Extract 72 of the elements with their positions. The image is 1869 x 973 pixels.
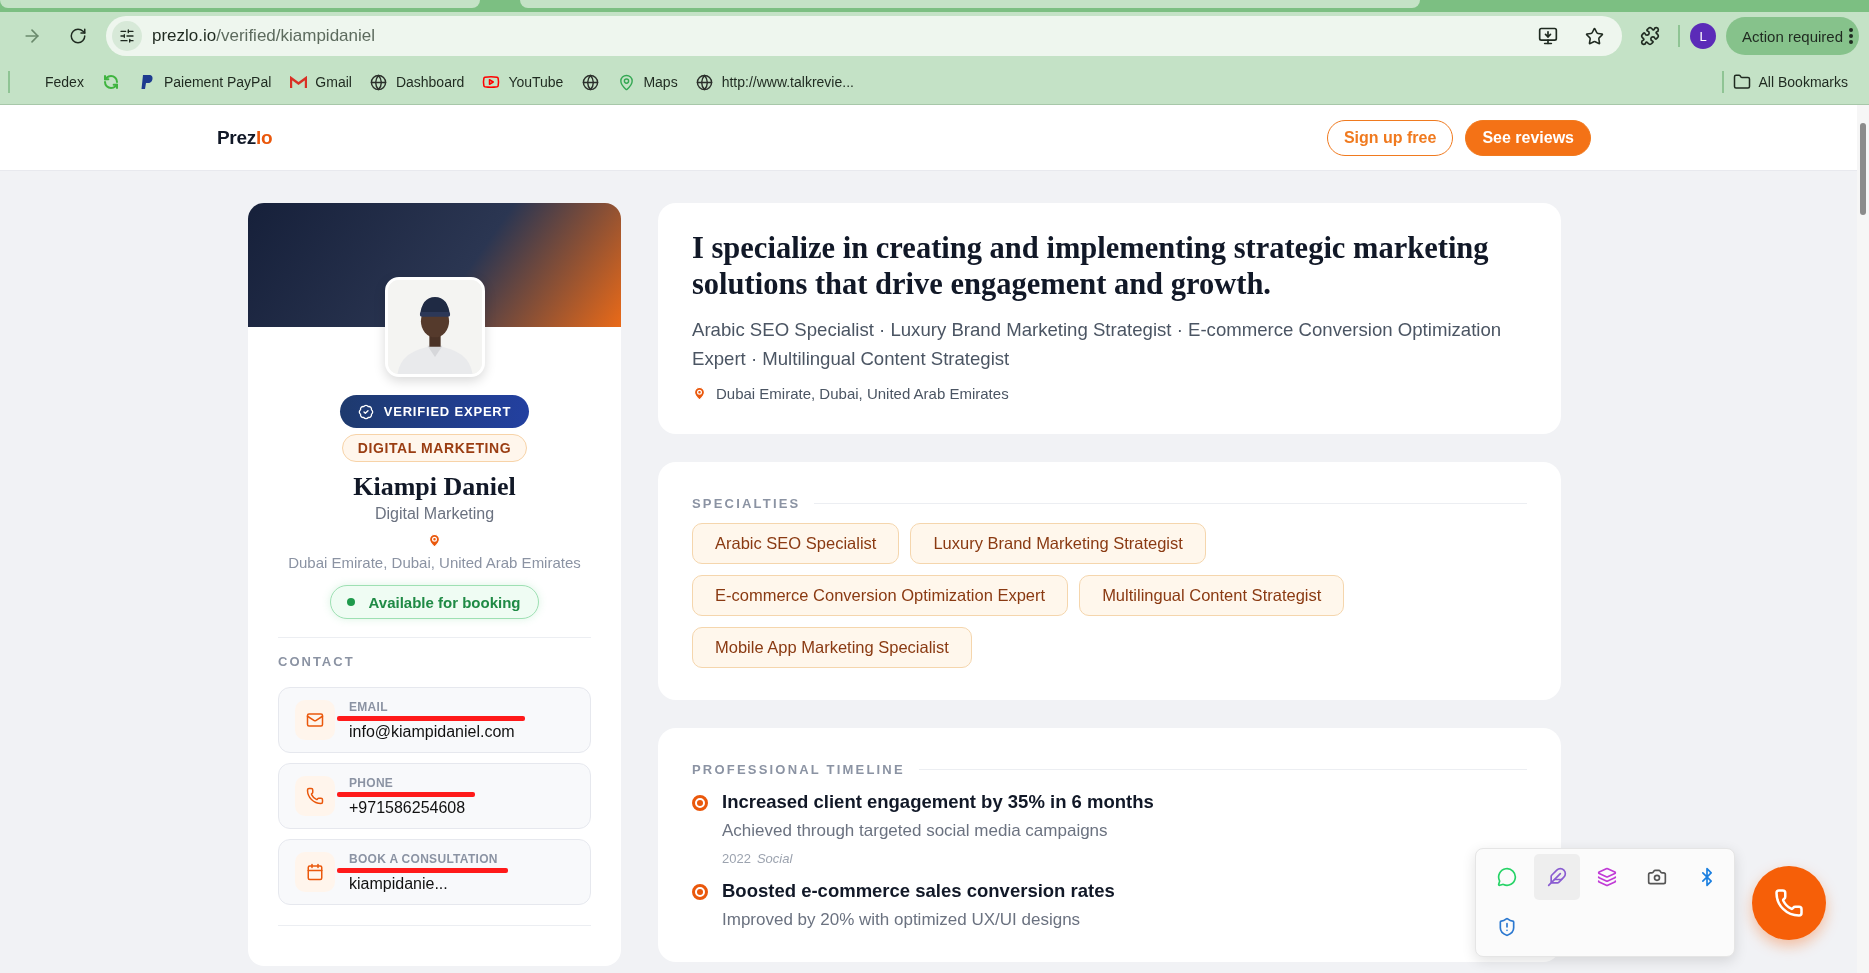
app-icon bbox=[101, 73, 120, 91]
timeline-marker bbox=[692, 795, 708, 811]
location-pin-icon bbox=[692, 386, 707, 401]
tray-item[interactable] bbox=[1534, 854, 1580, 900]
address-bar[interactable]: prezlo.io/verified/kiampidaniel bbox=[106, 16, 1623, 56]
roles-text: Arabic SEO Specialist · Luxury Brand Marketing Strategist · E-commerce Conversion Optimization Expert · Multilingual Content Strategist bbox=[692, 318, 1503, 371]
contact-row[interactable]: BOOK A CONSULTATION kiampidanie... bbox=[278, 839, 591, 905]
availability-badge: Available for booking bbox=[329, 585, 540, 619]
profile-name: Kiampi Daniel bbox=[353, 472, 516, 502]
timeline-year: 2022 bbox=[722, 851, 751, 866]
specialty-tag: Luxury Brand Marketing Strategist bbox=[910, 523, 1206, 564]
profile-location: Dubai Emirate, Dubai, United Arab Emirates bbox=[288, 554, 581, 571]
specialty-tag: Arabic SEO Specialist bbox=[692, 523, 900, 564]
specialty-tag: Multilingual Content Strategist bbox=[1079, 575, 1345, 616]
bookmark-link[interactable]: Gmail bbox=[280, 69, 361, 95]
check-badge-icon bbox=[357, 403, 374, 420]
contact-label: BOOK A CONSULTATION bbox=[349, 851, 498, 866]
logo[interactable]: Prezlo bbox=[217, 126, 273, 149]
timeline-description: Achieved through targeted social media campaigns bbox=[722, 821, 1109, 841]
url-text: prezlo.io/verified/kiampidaniel bbox=[152, 26, 376, 46]
contact-value: info@kiampidaniel.com bbox=[349, 722, 515, 741]
globe-icon bbox=[581, 73, 600, 91]
map-pin-icon bbox=[617, 73, 636, 91]
badge-label: VERIFIED EXPERT bbox=[383, 404, 512, 419]
site-settings-icon[interactable] bbox=[112, 21, 142, 51]
action-required-button[interactable]: Action required bbox=[1726, 17, 1859, 55]
scrollbar[interactable] bbox=[1857, 105, 1869, 973]
contact-label: PHONE bbox=[349, 775, 395, 790]
bookmark-link[interactable]: http://www.talkrevie... bbox=[686, 69, 863, 95]
section-heading: CONTACT bbox=[278, 654, 356, 669]
profile-avatar[interactable]: L bbox=[1690, 23, 1717, 49]
bookmark-link[interactable]: Maps bbox=[608, 69, 687, 95]
contact-value: +971586254608 bbox=[349, 798, 466, 817]
contact-value: kiampidanie... bbox=[349, 874, 449, 893]
location-pin-icon bbox=[427, 533, 442, 548]
more-icon bbox=[1849, 28, 1853, 44]
specialty-tag: E-commerce Conversion Optimization Expert bbox=[692, 575, 1069, 616]
timeline-title: Increased client engagement by 35% in 6 months bbox=[722, 791, 1154, 813]
section-heading: PROFESSIONAL TIMELINE bbox=[692, 762, 905, 777]
globe-icon bbox=[695, 73, 714, 91]
camera-icon bbox=[1647, 867, 1667, 887]
layers-icon bbox=[1597, 867, 1617, 887]
mail-icon bbox=[306, 711, 324, 729]
profile-title: Digital Marketing bbox=[374, 505, 495, 523]
timeline-category: Social bbox=[756, 851, 793, 866]
calendar-icon bbox=[306, 863, 324, 881]
call-button[interactable] bbox=[1752, 866, 1826, 940]
contact-label: EMAIL bbox=[349, 699, 389, 714]
timeline-marker bbox=[692, 884, 708, 900]
mail-icon bbox=[289, 73, 308, 91]
feather-icon bbox=[1547, 867, 1567, 887]
contact-row[interactable]: PHONE +971586254608 bbox=[278, 763, 591, 829]
globe-icon bbox=[369, 73, 388, 91]
play-icon bbox=[482, 73, 501, 91]
location-text: Dubai Emirate, Dubai, United Arab Emirates bbox=[716, 385, 1009, 402]
contact-row[interactable]: EMAIL info@kiampidaniel.com bbox=[278, 687, 591, 753]
specialty-tag: Mobile App Marketing Specialist bbox=[692, 627, 972, 668]
phone-icon bbox=[306, 787, 324, 805]
chat-icon bbox=[1497, 867, 1517, 887]
bookmark-link[interactable]: Fedex bbox=[36, 70, 93, 94]
phone-icon bbox=[1774, 888, 1804, 918]
section-heading: SPECIALTIES bbox=[692, 496, 801, 511]
bookmark-link[interactable]: Dashboard bbox=[360, 69, 474, 95]
bookmark-link[interactable]: Paiement PayPal bbox=[128, 69, 281, 95]
bookmark-link[interactable]: YouTube bbox=[473, 69, 573, 95]
all-bookmarks-link[interactable]: All Bookmarks bbox=[1723, 69, 1857, 95]
category-tag: DIGITAL MARKETING bbox=[341, 434, 528, 462]
shield-warning-icon bbox=[1497, 917, 1517, 937]
folder-icon bbox=[1732, 73, 1751, 91]
timeline-description: Improved by 20% with optimized UX/UI designs bbox=[722, 910, 1082, 930]
headline: I specialize in creating and implementing strategic marketing solutions that drive engagement and growth. bbox=[692, 230, 1490, 302]
timeline-title: Boosted e-commerce sales conversion rates bbox=[722, 880, 1115, 902]
